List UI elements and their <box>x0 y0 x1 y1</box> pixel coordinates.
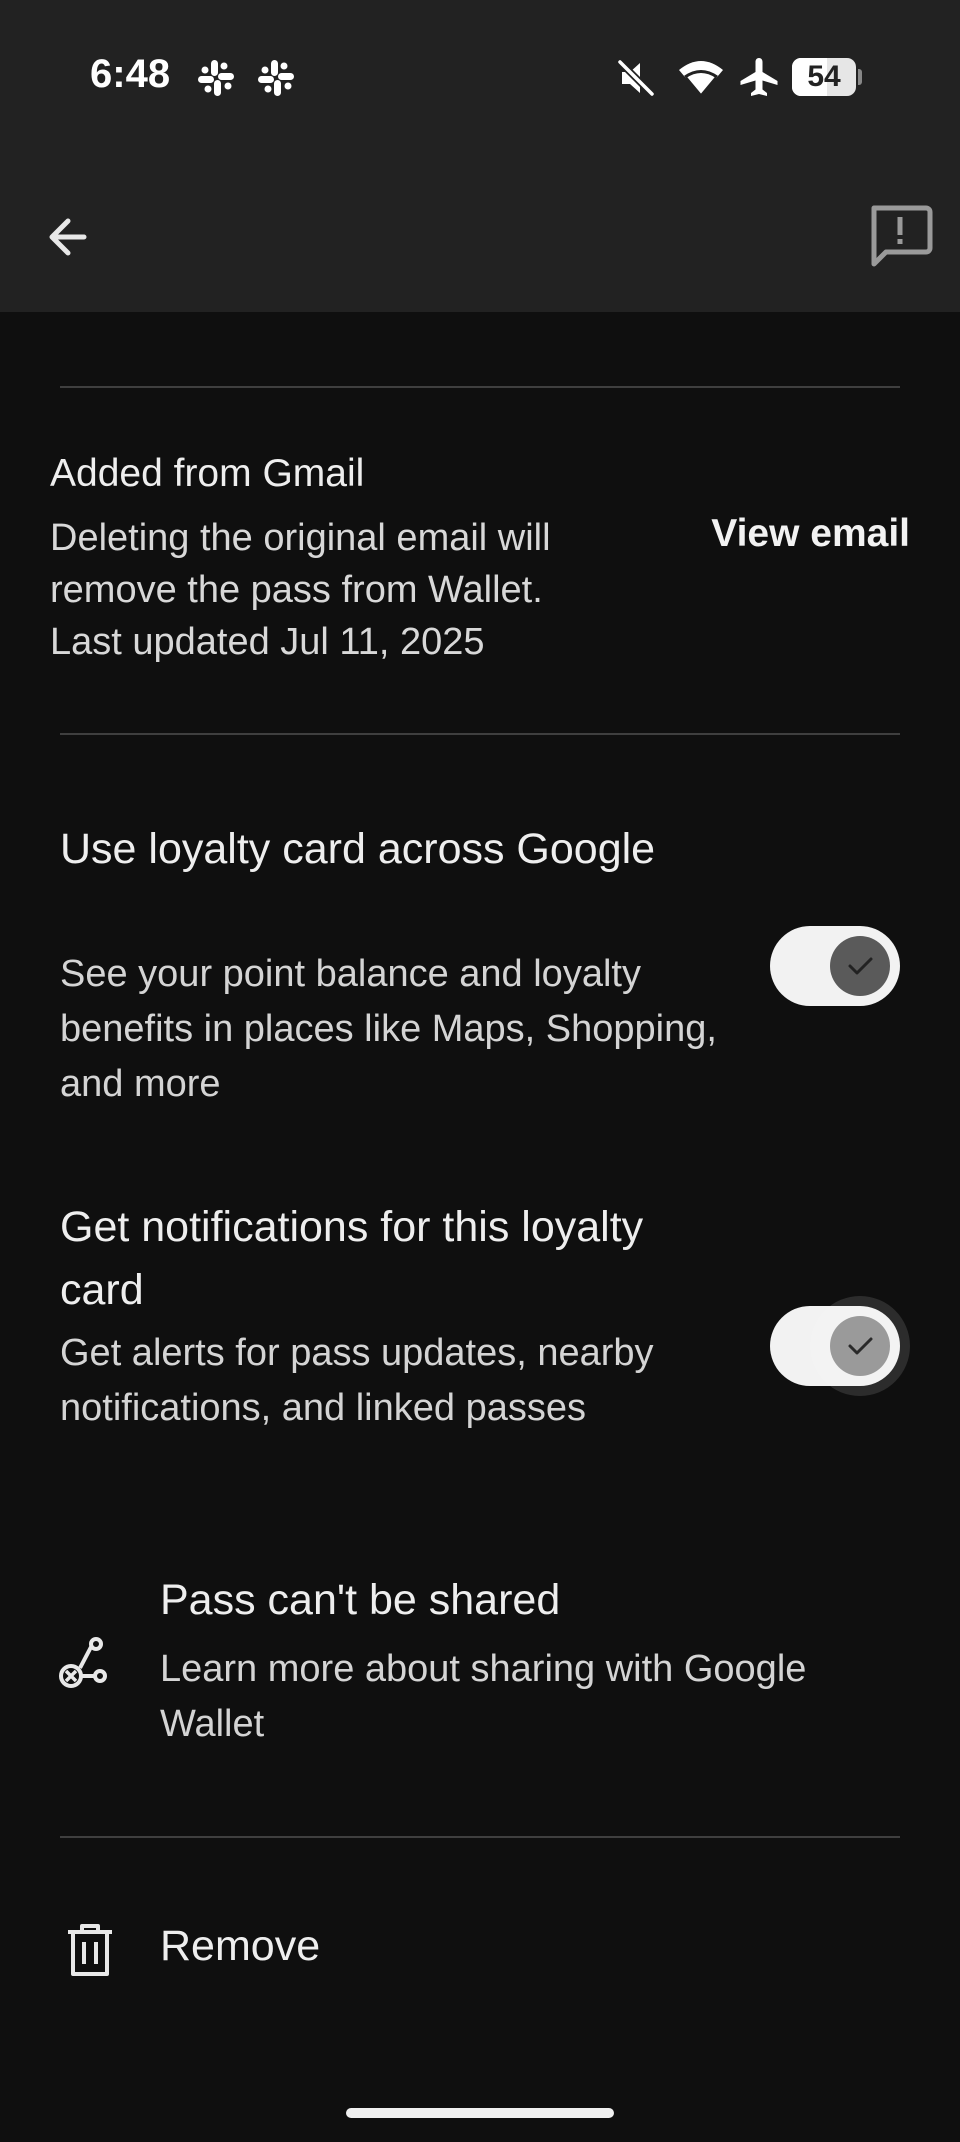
trash-icon <box>68 1924 112 1976</box>
loyalty-across-google-toggle[interactable] <box>770 926 900 1006</box>
battery-level-text: 54 <box>807 60 841 93</box>
wifi-icon <box>679 61 723 97</box>
loyalty-across-google-description: See your point balance and loyalty benef… <box>60 953 717 1105</box>
divider <box>60 733 900 735</box>
airplane-icon <box>740 58 778 96</box>
notifications-description: Get alerts for pass updates, nearby noti… <box>60 1332 654 1429</box>
view-email-button[interactable]: View email <box>700 512 910 556</box>
back-button[interactable] <box>36 202 106 272</box>
notifications-title: Get notifications for this loyalty card <box>60 1203 644 1314</box>
battery-icon: 54 <box>792 58 862 96</box>
source-title: Added from Gmail <box>50 452 365 495</box>
source-description: Deleting the original email will remove … <box>50 512 670 668</box>
divider <box>60 1836 900 1838</box>
slack-icon <box>258 60 294 96</box>
check-icon <box>830 936 890 996</box>
share-learn-more[interactable]: Learn more about sharing with Google Wal… <box>160 1642 900 1752</box>
mute-icon <box>617 59 655 97</box>
share-title: Pass can't be shared <box>160 1576 561 1624</box>
loyalty-across-google-title: Use loyalty card across Google <box>60 825 656 873</box>
status-time: 6:48 <box>90 52 171 96</box>
check-icon <box>830 1316 890 1376</box>
remove-button[interactable]: Remove <box>0 1896 960 2004</box>
share-off-icon <box>59 1637 107 1688</box>
remove-label: Remove <box>160 1922 321 1970</box>
arrow-left-icon <box>49 218 87 256</box>
app-header: 6:48 54 <box>0 0 960 312</box>
feedback-button[interactable] <box>862 200 938 270</box>
last-updated: Last updated Jul 11, 2025 <box>50 621 485 663</box>
feedback-icon <box>871 205 933 267</box>
slack-icon <box>198 60 234 96</box>
home-indicator[interactable] <box>346 2108 614 2118</box>
divider <box>60 386 900 388</box>
notifications-toggle[interactable] <box>770 1296 910 1396</box>
